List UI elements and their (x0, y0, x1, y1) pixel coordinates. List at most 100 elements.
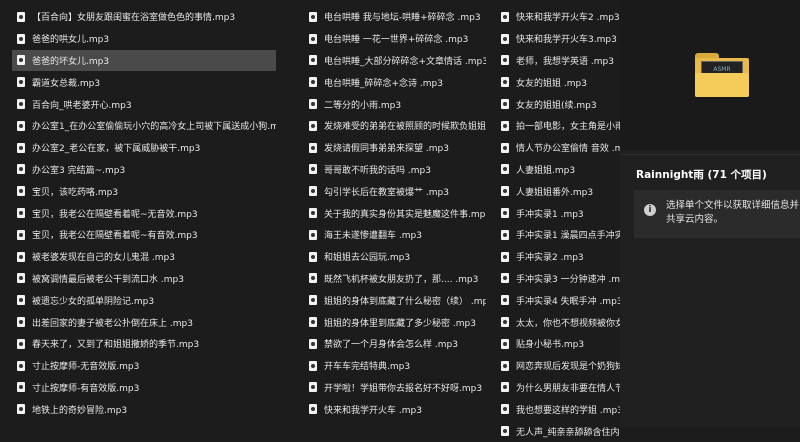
file-name: 爸爸的坏女儿.mp3 (32, 56, 110, 67)
file-item[interactable]: 办公室3 完结篇~.mp3 (12, 159, 276, 181)
audio-file-icon (16, 120, 26, 132)
file-item[interactable]: 手冲实录4 失眠手冲 .mp3 (496, 289, 620, 311)
file-name: 女友的姐姐 .mp3 (516, 78, 587, 89)
file-name: 办公室3 完结篇~.mp3 (32, 165, 126, 176)
file-item[interactable]: 开学啦！学姐带你去报名好不好呀.mp3 (304, 377, 486, 399)
file-name: 勾引学长后在教室被爆艹 .mp3 (324, 187, 449, 198)
file-name: 既然飞机杯被女朋友扔了，那.... .mp3 (324, 274, 479, 285)
file-name: 电台哄睡_碎碎念+念诗 .mp3 (324, 78, 443, 89)
file-item[interactable]: 关于我的真实身份其实是魅魔这件事.mp3 (304, 202, 486, 224)
file-name: 情人节办公室偷情 音效 .mp3 (516, 144, 620, 155)
file-item[interactable]: 被遗忘少女的孤单阴险记.mp3 (12, 289, 276, 311)
file-name: 手冲实录4 失眠手冲 .mp3 (516, 296, 620, 307)
file-item[interactable]: 贴身小秘书.mp3 (496, 333, 620, 355)
file-name: 办公室2_老公在家，被下属威胁被干.mp3 (32, 144, 201, 155)
file-item[interactable]: 百合向_哄老婆开心.mp3 (12, 93, 276, 115)
file-item[interactable]: 手冲实录1 .mp3 (496, 202, 620, 224)
file-name: 宝贝，该吃药咯.mp3 (32, 187, 119, 198)
file-name: 贴身小秘书.mp3 (516, 340, 585, 351)
file-item[interactable]: 快来和我学开火车3.mp3 (496, 28, 620, 50)
file-item[interactable]: 被窝调情最后被老公干到流口水 .mp3 (12, 268, 276, 290)
file-item[interactable]: 电台哄睡 一花一世界+碎碎念 .mp3 (304, 28, 486, 50)
file-item[interactable]: 哥哥敢不听我的话吗 .mp3 (304, 159, 486, 181)
audio-file-icon (308, 251, 318, 263)
file-item[interactable]: 姐姐的身体到底藏了什么秘密（续） .mp3 (304, 289, 486, 311)
file-item[interactable]: 勾引学长后在教室被爆艹 .mp3 (304, 180, 486, 202)
file-name: 我也想要这样的学姐 .mp3 (516, 405, 620, 416)
audio-file-icon (500, 360, 510, 372)
file-item[interactable]: 寸止按摩师-无音效版.mp3 (12, 355, 276, 377)
file-item[interactable]: 手冲实录2 .mp3 (496, 246, 620, 268)
file-item[interactable]: 人妻姐姐番外.mp3 (496, 180, 620, 202)
audio-file-icon (500, 33, 510, 45)
file-item[interactable]: 快来和我学开火车 .mp3 (304, 398, 486, 420)
file-item[interactable]: 二等分的小雨.mp3 (304, 93, 486, 115)
file-item[interactable]: 宝贝，我老公在隔壁看着呢~有音效.mp3 (12, 224, 276, 246)
file-item[interactable]: 无人声_纯亲亲舔舔含住内裤 (496, 420, 620, 442)
file-item[interactable]: 电台哄睡_大部分碎碎念+文章情话 .mp3 (304, 50, 486, 72)
file-item[interactable]: 被老婆发现在自己的女儿鬼混 .mp3 (12, 246, 276, 268)
file-item[interactable]: 办公室1_在办公室偷偷玩小穴的高冷女上司被下属送成小狗.mp3 (12, 115, 276, 137)
folder-icon: ASMR (695, 53, 749, 97)
file-name: 禁欲了一个月身体会怎么样 .mp3 (324, 340, 458, 351)
file-item[interactable]: 宝贝，该吃药咯.mp3 (12, 180, 276, 202)
file-item[interactable]: 爸爸的坏女儿.mp3 (12, 49, 276, 72)
file-item[interactable]: 和姐姐去公园玩.mp3 (304, 246, 486, 268)
audio-file-icon (500, 120, 510, 132)
audio-file-icon (16, 338, 26, 350)
file-name: 人妻姐姐.mp3 (516, 165, 576, 176)
file-item[interactable]: 办公室2_老公在家，被下属威胁被干.mp3 (12, 137, 276, 159)
file-item[interactable]: 手冲实录1 澡晨四点手冲实录 (496, 224, 620, 246)
file-item[interactable]: 女友的姐姐 .mp3 (496, 71, 620, 93)
file-name: 太太，你也不想视频被你女儿 (516, 318, 620, 329)
file-item[interactable]: 春天来了，又到了和姐姐撒娇的季节.mp3 (12, 333, 276, 355)
divider (620, 154, 800, 155)
file-item[interactable]: 电台哄睡_碎碎念+念诗 .mp3 (304, 71, 486, 93)
audio-file-icon (500, 294, 510, 306)
file-name: 快来和我学开火车 .mp3 (324, 405, 422, 416)
audio-file-icon (500, 11, 510, 23)
audio-file-icon (16, 54, 26, 66)
folder-title: Rainnight雨 (71 个项目) (636, 169, 767, 181)
audio-file-icon (308, 76, 318, 88)
file-item[interactable]: 地铁上的奇妙冒险.mp3 (12, 398, 276, 420)
file-name: 手冲实录3 一分钟速冲 .mp3 (516, 274, 620, 285)
file-item[interactable]: 发烧请假同事弟弟来探望 .mp3 (304, 137, 486, 159)
file-item[interactable]: 老师，我想学英语 .mp3 (496, 50, 620, 72)
audio-file-icon (16, 360, 26, 372)
file-item[interactable]: 我也想要这样的学姐 .mp3 (496, 398, 620, 420)
file-item[interactable]: 既然飞机杯被女朋友扔了，那.... .mp3 (304, 268, 486, 290)
file-item[interactable]: 手冲实录3 一分钟速冲 .mp3 (496, 268, 620, 290)
file-item[interactable]: 禁欲了一个月身体会怎么样 .mp3 (304, 333, 486, 355)
file-item[interactable]: 快来和我学开火车2 .mp3 (496, 6, 620, 28)
file-item[interactable]: 开车车完结特典.mp3 (304, 355, 486, 377)
file-item[interactable]: 【百合向】女朋友跟闺蜜在浴室做色色的事情.mp3 (12, 6, 276, 28)
file-item[interactable]: 电台哄睡 我与地坛-哄睡+碎碎念 .mp3 (304, 6, 486, 28)
audio-file-icon (16, 316, 26, 328)
folder-preview: ASMR (620, 0, 800, 150)
audio-file-icon (308, 54, 318, 66)
file-name: 拍一部电影，女主角是小雨 (516, 122, 620, 133)
file-name: 寸止按摩师-无音效版.mp3 (32, 362, 140, 373)
file-item[interactable]: 拍一部电影，女主角是小雨 (496, 115, 620, 137)
file-name: 手冲实录2 .mp3 (516, 253, 584, 264)
audio-file-icon (16, 272, 26, 284)
audio-file-icon (308, 98, 318, 110)
file-item[interactable]: 出差回家的妻子被老公扑倒在床上 .mp3 (12, 311, 276, 333)
audio-file-icon (16, 163, 26, 175)
file-item[interactable]: 情人节办公室偷情 音效 .mp3 (496, 137, 620, 159)
file-item[interactable]: 为什么男朋友非要在情人节对 (496, 377, 620, 399)
file-item[interactable]: 姐姐的身体里到底藏了多少秘密 .mp3 (304, 311, 486, 333)
file-item[interactable]: 网恋奔现后发现是个奶狗妹妹 (496, 355, 620, 377)
file-item[interactable]: 宝贝，我老公在隔壁看着呢~无音效.mp3 (12, 202, 276, 224)
file-item[interactable]: 海王未遂惨遭翻车 .mp3 (304, 224, 486, 246)
file-item[interactable]: 发烧难受的弟弟在被照顾的时候欺负姐姐.mp3 (304, 115, 486, 137)
file-item[interactable]: 女友的姐姐(续.mp3 (496, 93, 620, 115)
audio-file-icon (500, 142, 510, 154)
file-item[interactable]: 太太，你也不想视频被你女儿 (496, 311, 620, 333)
audio-file-icon (308, 33, 318, 45)
file-item[interactable]: 爸爸的哄女儿.mp3 (12, 28, 276, 50)
file-item[interactable]: 寸止按摩师-有音效版.mp3 (12, 377, 276, 399)
file-item[interactable]: 霸道女总裁.mp3 (12, 71, 276, 93)
file-item[interactable]: 人妻姐姐.mp3 (496, 159, 620, 181)
